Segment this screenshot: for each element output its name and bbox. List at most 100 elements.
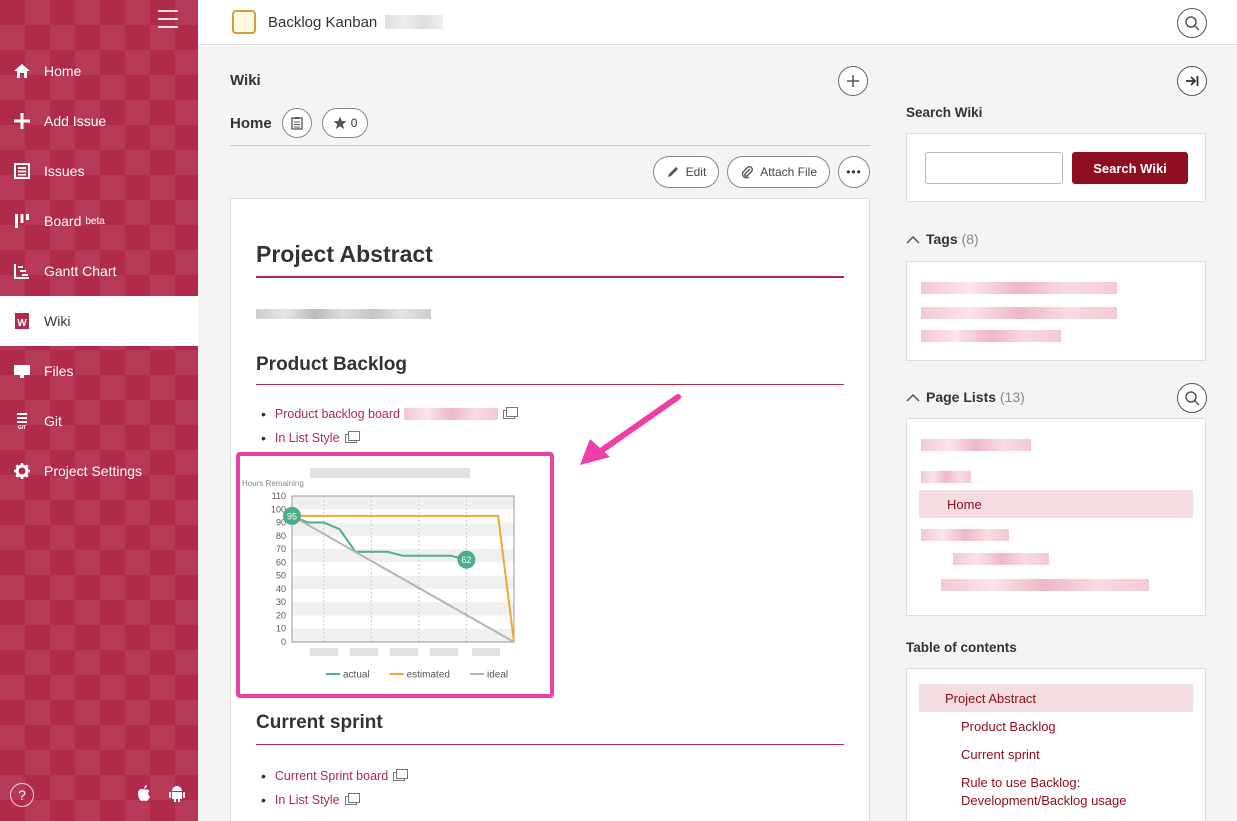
sidebar-item-git[interactable]: GIT Git xyxy=(0,396,198,446)
page-lists-box: Home xyxy=(906,418,1206,616)
hamburger-menu-icon[interactable] xyxy=(158,10,178,30)
add-page-button[interactable] xyxy=(838,66,868,96)
sidebar-item-files[interactable]: Files xyxy=(0,346,198,396)
redacted-tag[interactable] xyxy=(921,307,1117,319)
page-lists-count: (13) xyxy=(999,389,1025,405)
header-search-icon[interactable] xyxy=(1177,8,1207,38)
sidebar-item-board[interactable]: Board beta xyxy=(0,196,198,246)
grid-band xyxy=(292,496,514,510)
heading-underline xyxy=(256,744,844,745)
x-tick-label-redacted xyxy=(430,648,458,656)
tags-title: Tags xyxy=(926,231,958,247)
toc-item-rule-line1[interactable]: Rule to use Backlog: xyxy=(961,775,1080,790)
legend-label-ideal: ideal xyxy=(487,670,508,681)
help-icon[interactable]: ? xyxy=(10,783,34,807)
sidebar: Home Add Issue Issues Board beta Gantt C… xyxy=(0,0,198,821)
page-actions: Edit Attach File ••• xyxy=(652,156,870,188)
y-tick-label: 20 xyxy=(276,610,286,620)
sidebar-footer: ? xyxy=(10,783,186,807)
in-list-style-link[interactable]: In List Style xyxy=(275,431,340,445)
edit-button[interactable]: Edit xyxy=(652,156,720,188)
page-lists-toggle[interactable]: Page Lists (13) xyxy=(906,389,1025,405)
page-item-home[interactable]: Home xyxy=(919,490,1193,518)
more-options-button[interactable]: ••• xyxy=(838,156,870,188)
attach-file-button[interactable]: Attach File xyxy=(727,156,830,188)
list-item: Current Sprint board xyxy=(261,764,409,788)
wiki-search-input[interactable] xyxy=(925,152,1063,184)
redacted-tag[interactable] xyxy=(921,330,1061,342)
apple-icon[interactable] xyxy=(136,784,152,807)
sidebar-item-gantt-chart[interactable]: Gantt Chart xyxy=(0,246,198,296)
in-list-style-link[interactable]: In List Style xyxy=(275,793,340,807)
current-sprint-board-link[interactable]: Current Sprint board xyxy=(275,769,388,783)
files-icon xyxy=(12,361,32,381)
paperclip-icon xyxy=(742,166,754,179)
toc-item-rule-line2[interactable]: Development/Backlog usage xyxy=(961,793,1127,808)
y-tick-label: 30 xyxy=(276,597,286,607)
tags-toggle[interactable]: Tags (8) xyxy=(906,231,979,247)
end-point-label: 62 xyxy=(461,555,471,565)
y-tick-label: 70 xyxy=(276,544,286,554)
page-title-row: Home 0 xyxy=(230,108,369,138)
sidebar-item-label: Project Settings xyxy=(44,463,143,479)
star-icon xyxy=(333,116,347,129)
beta-badge: beta xyxy=(85,215,105,227)
redacted-tag[interactable] xyxy=(921,282,1117,294)
external-window-icon[interactable] xyxy=(393,768,409,781)
sidebar-item-label: Home xyxy=(44,63,82,79)
sidebar-item-label: Issues xyxy=(44,163,85,179)
redacted-link-text xyxy=(404,408,498,420)
sidebar-item-issues[interactable]: Issues xyxy=(0,146,198,196)
toc-item-project-abstract[interactable]: Project Abstract xyxy=(919,684,1193,712)
product-backlog-board-link[interactable]: Product backlog board xyxy=(275,407,400,421)
search-wiki-button[interactable]: Search Wiki xyxy=(1072,152,1188,184)
heading-current-sprint: Current sprint xyxy=(256,712,383,733)
grid-band xyxy=(292,602,514,616)
android-icon[interactable] xyxy=(168,784,186,807)
app-links xyxy=(136,784,186,807)
redacted-project-key xyxy=(385,15,444,29)
collapse-panel-icon[interactable] xyxy=(1177,66,1207,96)
tags-box xyxy=(906,261,1206,361)
y-tick-label: 50 xyxy=(276,571,286,581)
burndown-chart-highlight: Hours Remaining 0 10 20 30 40 50 60 70 80 90 100 110… xyxy=(236,452,554,698)
redacted-page-item[interactable] xyxy=(921,529,1009,541)
gear-icon xyxy=(12,461,32,481)
sidebar-item-label: Board xyxy=(44,213,82,229)
toc-item-product-backlog[interactable]: Product Backlog xyxy=(961,719,1056,734)
wiki-page-body: Project Abstract Product Backlog Product… xyxy=(230,198,870,821)
heading-product-backlog: Product Backlog xyxy=(256,354,407,375)
grid-band xyxy=(292,575,514,589)
x-tick-label-redacted xyxy=(472,648,500,656)
page-lists-title: Page Lists xyxy=(926,389,997,405)
star-button[interactable]: 0 xyxy=(321,108,369,138)
sidebar-item-add-issue[interactable]: Add Issue xyxy=(0,96,198,146)
redacted-page-item[interactable] xyxy=(921,471,971,483)
svg-text:W: W xyxy=(17,318,27,329)
title-divider xyxy=(230,145,870,146)
redacted-page-item[interactable] xyxy=(953,553,1049,565)
y-tick-label: 10 xyxy=(276,624,286,634)
sidebar-item-wiki[interactable]: W Wiki xyxy=(0,296,198,346)
chevron-up-icon xyxy=(906,232,920,247)
project-calendar-icon xyxy=(232,10,256,34)
external-window-icon[interactable] xyxy=(344,792,360,805)
external-window-icon[interactable] xyxy=(344,430,360,443)
page-list-search-icon[interactable] xyxy=(1177,383,1207,413)
start-point-label: 95 xyxy=(287,511,297,521)
redacted-page-item[interactable] xyxy=(921,439,1031,451)
external-window-icon[interactable] xyxy=(503,406,518,419)
git-icon: GIT xyxy=(12,411,32,431)
sidebar-item-project-settings[interactable]: Project Settings xyxy=(0,446,198,496)
legend-label-actual: actual xyxy=(343,670,370,681)
sidebar-item-home[interactable]: Home xyxy=(0,46,198,96)
toc-item-current-sprint[interactable]: Current sprint xyxy=(961,747,1040,762)
project-title[interactable]: Backlog Kanban xyxy=(268,14,377,31)
page-history-button[interactable] xyxy=(281,108,312,138)
y-tick-label: 40 xyxy=(276,584,286,594)
gantt-icon xyxy=(12,261,32,281)
list-item: In List Style xyxy=(261,788,405,812)
plus-icon xyxy=(12,111,32,131)
x-tick-label-redacted xyxy=(310,648,338,656)
redacted-page-item[interactable] xyxy=(941,579,1149,591)
